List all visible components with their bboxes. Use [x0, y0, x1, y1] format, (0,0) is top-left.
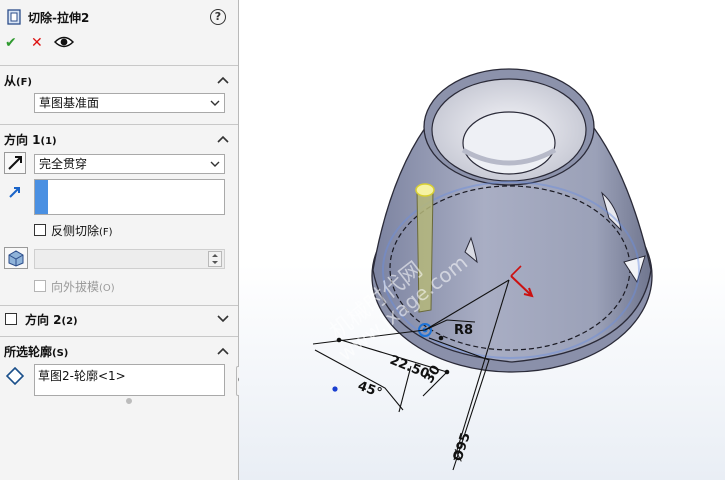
contour-diamond-icon — [6, 367, 24, 385]
direction2-title[interactable]: 方向 2(2) — [25, 311, 78, 328]
collapse-caret-icon[interactable] — [216, 75, 230, 85]
draft-angle-spinner[interactable] — [34, 249, 225, 269]
active-selection-marker — [35, 180, 48, 214]
flip-side-label: 反侧切除(F) — [51, 224, 113, 238]
direction-vector-icon[interactable] — [8, 185, 22, 199]
chevron-down-icon — [210, 161, 220, 167]
end-condition-value: 完全贯穿 — [39, 157, 88, 171]
direction1-section: 方向 1(1) 完全贯穿 反侧切除(F) 向外拔模(O) — [0, 125, 238, 305]
from-combo-value: 草图基准面 — [39, 96, 100, 110]
diameter-dimension[interactable]: Ø95 — [451, 431, 474, 463]
from-combo[interactable]: 草图基准面 — [34, 93, 225, 113]
radius-dimension[interactable]: R8 — [454, 323, 473, 338]
feature-title: 切除-拉伸2 — [28, 11, 90, 25]
draft-icon[interactable] — [4, 247, 28, 269]
collapse-caret-icon[interactable] — [216, 346, 230, 356]
selected-contours-section: 所选轮廓(S) 草图2-轮廓<1> — [0, 337, 238, 407]
angle-dimension[interactable]: 45° — [356, 379, 384, 402]
direction1-title[interactable]: 方向 1(1) — [4, 131, 57, 148]
spinner-arrows-icon[interactable] — [208, 251, 222, 267]
direction2-checkbox[interactable] — [5, 313, 17, 325]
preview-eye-icon[interactable] — [54, 35, 74, 49]
contour-list-item[interactable]: 草图2-轮廓<1> — [38, 367, 126, 384]
resize-grip[interactable] — [126, 398, 132, 404]
cancel-button[interactable]: ✕ — [31, 35, 43, 51]
selected-contours-title[interactable]: 所选轮廓(S) — [4, 343, 68, 360]
reverse-direction-icon[interactable] — [4, 152, 26, 174]
property-manager: 切除-拉伸2 ? ✔ ✕ 从(F) 草图基准面 方向 1(1) 完全贯穿 反侧切… — [0, 0, 246, 480]
cut-extrude-icon — [7, 9, 21, 25]
property-manager-header: 切除-拉伸2 ? ✔ ✕ — [0, 0, 238, 60]
direction-selection-box[interactable] — [34, 179, 225, 215]
from-section: 从(F) 草图基准面 — [0, 66, 238, 120]
collapse-caret-icon[interactable] — [216, 134, 230, 144]
model-canvas[interactable]: R8 22.50 30 45° Ø95 机械时代网 www.jxage.com — [239, 0, 725, 480]
anchor-point — [332, 386, 338, 392]
draft-outward-checkbox — [34, 280, 46, 292]
ok-button[interactable]: ✔ — [5, 35, 17, 51]
help-icon[interactable]: ? — [210, 9, 226, 25]
extrude-cap — [415, 183, 435, 197]
graphics-viewport[interactable]: R8 22.50 30 45° Ø95 机械时代网 www.jxage.com — [239, 0, 725, 480]
from-section-title[interactable]: 从(F) — [4, 72, 32, 89]
chevron-down-icon — [210, 100, 220, 106]
end-condition-combo[interactable]: 完全贯穿 — [34, 154, 225, 174]
draft-outward-label: 向外拔模(O) — [51, 280, 115, 294]
flip-side-checkbox[interactable] — [34, 224, 46, 236]
direction2-section: 方向 2(2) — [0, 306, 238, 336]
contour-listbox[interactable]: 草图2-轮廓<1> — [34, 364, 225, 396]
expand-caret-icon[interactable] — [216, 314, 230, 324]
